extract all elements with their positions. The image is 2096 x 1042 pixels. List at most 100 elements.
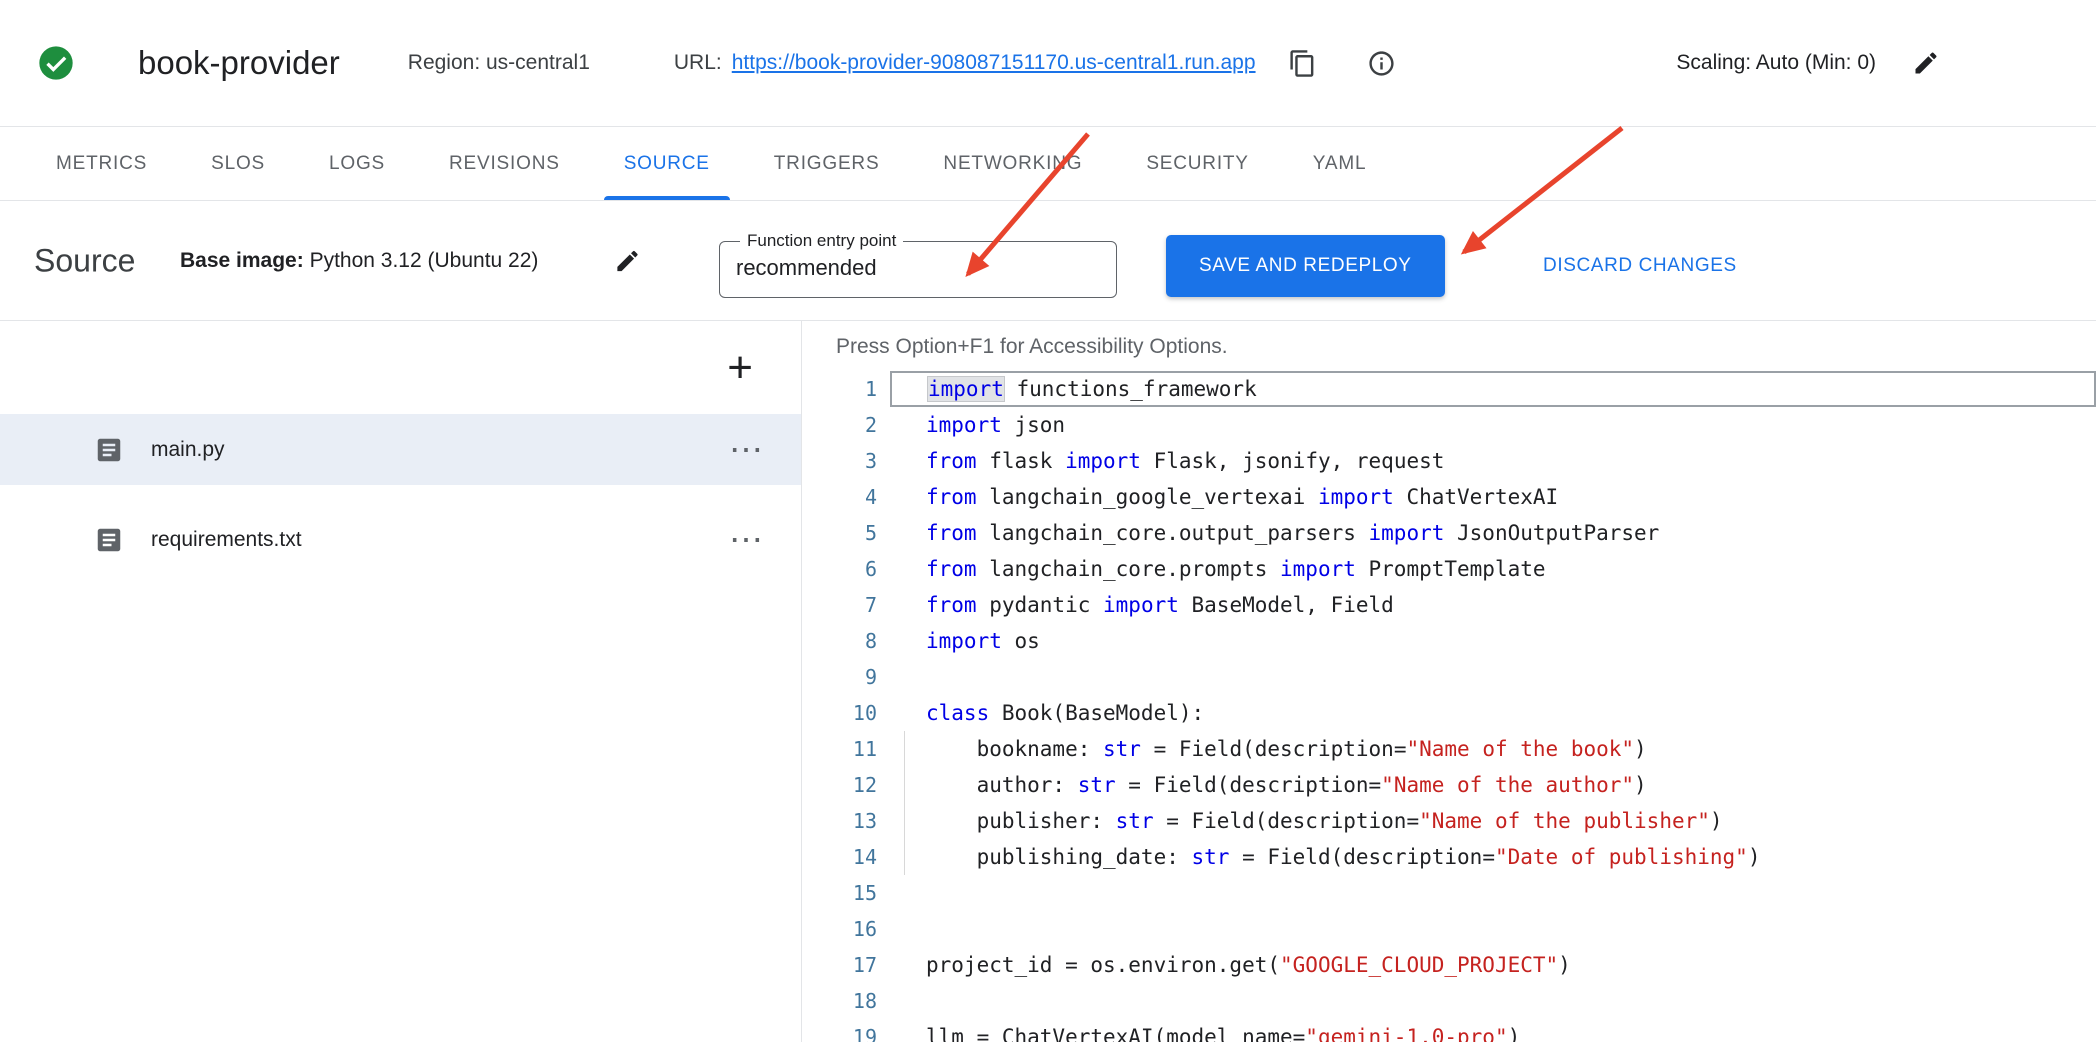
code-line-row: 16 — [802, 911, 2096, 947]
line-number: 18 — [802, 983, 890, 1019]
more-options-icon[interactable]: ⋯ — [729, 523, 765, 557]
function-entry-point-field: Function entry point — [719, 231, 1117, 298]
info-button[interactable] — [1361, 43, 1402, 84]
function-entry-point-label: Function entry point — [740, 231, 903, 251]
line-number: 14 — [802, 839, 890, 875]
edit-scaling-button[interactable] — [1906, 43, 1946, 83]
region-label: Region: us-central1 — [408, 51, 590, 75]
code-line[interactable]: from langchain_google_vertexai import Ch… — [890, 479, 2096, 515]
code-line-row: 4from langchain_google_vertexai import C… — [802, 479, 2096, 515]
code-line[interactable]: from flask import Flask, jsonify, reques… — [890, 443, 2096, 479]
line-number: 12 — [802, 767, 890, 803]
line-number: 7 — [802, 587, 890, 623]
line-number: 1 — [802, 371, 890, 407]
tab-logs[interactable]: LOGS — [297, 127, 417, 200]
page-title: book-provider — [138, 44, 340, 82]
accessibility-note: Press Option+F1 for Accessibility Option… — [802, 321, 2096, 371]
code-line[interactable]: publishing_date: str = Field(description… — [890, 839, 2096, 875]
code-line-row: 1import functions_framework — [802, 371, 2096, 407]
line-number: 17 — [802, 947, 890, 983]
file-list: main.py⋯requirements.txt⋯ — [0, 414, 801, 575]
more-options-icon[interactable]: ⋯ — [729, 433, 765, 467]
file-name: main.py — [151, 438, 225, 462]
url-label: URL: — [674, 51, 722, 75]
code-line[interactable] — [890, 875, 2096, 911]
code-line[interactable]: from langchain_core.prompts import Promp… — [890, 551, 2096, 587]
line-number: 2 — [802, 407, 890, 443]
file-item-requirements.txt[interactable]: requirements.txt⋯ — [0, 504, 801, 575]
line-number: 10 — [802, 695, 890, 731]
discard-changes-button[interactable]: DISCARD CHANGES — [1537, 235, 1743, 297]
tab-slos[interactable]: SLOS — [179, 127, 297, 200]
line-number: 6 — [802, 551, 890, 587]
service-url-link[interactable]: https://book-provider-908087151170.us-ce… — [732, 51, 1256, 75]
line-number: 16 — [802, 911, 890, 947]
code-editor: Press Option+F1 for Accessibility Option… — [802, 321, 2096, 1042]
code-line-row: 8import os — [802, 623, 2096, 659]
tab-networking[interactable]: NETWORKING — [911, 127, 1114, 200]
service-header: book-provider Region: us-central1 URL: h… — [0, 0, 2096, 127]
scaling-label: Scaling: Auto (Min: 0) — [1676, 51, 1876, 75]
file-item-main.py[interactable]: main.py ⋯ — [0, 414, 801, 485]
edit-base-image-button[interactable] — [608, 241, 647, 280]
copy-url-button[interactable] — [1282, 43, 1323, 84]
green-check-icon — [36, 43, 76, 83]
code-line[interactable]: import functions_framework — [890, 371, 2096, 407]
code-line[interactable] — [890, 983, 2096, 1019]
code-line-row: 11 bookname: str = Field(description="Na… — [802, 731, 2096, 767]
save-and-redeploy-button[interactable]: SAVE AND REDEPLOY — [1166, 235, 1445, 297]
add-file-button[interactable]: + — [719, 346, 761, 390]
pencil-icon — [1912, 49, 1940, 77]
code-line-row: 14 publishing_date: str = Field(descript… — [802, 839, 2096, 875]
copy-icon — [1288, 49, 1317, 78]
code-line-row: 7from pydantic import BaseModel, Field — [802, 587, 2096, 623]
line-number: 13 — [802, 803, 890, 839]
source-toolbar: Source Base image: Python 3.12 (Ubuntu 2… — [0, 201, 2096, 321]
code-line[interactable]: from langchain_core.output_parsers impor… — [890, 515, 2096, 551]
code-line[interactable]: publisher: str = Field(description="Name… — [890, 803, 2096, 839]
line-number: 19 — [802, 1019, 890, 1042]
line-number: 4 — [802, 479, 890, 515]
file-icon — [94, 525, 124, 555]
line-number: 11 — [802, 731, 890, 767]
code-line[interactable]: project_id = os.environ.get("GOOGLE_CLOU… — [890, 947, 2096, 983]
line-number: 15 — [802, 875, 890, 911]
code-line[interactable]: class Book(BaseModel): — [890, 695, 2096, 731]
code-line[interactable]: bookname: str = Field(description="Name … — [890, 731, 2096, 767]
file-icon — [94, 435, 124, 465]
code-line[interactable] — [890, 911, 2096, 947]
code-line[interactable]: llm = ChatVertexAI(model_name="gemini-1.… — [890, 1019, 2096, 1042]
info-icon — [1367, 49, 1396, 78]
code-lines: 1import functions_framework2import json3… — [802, 371, 2096, 1042]
code-line-row: 5from langchain_core.output_parsers impo… — [802, 515, 2096, 551]
code-line-row: 6from langchain_core.prompts import Prom… — [802, 551, 2096, 587]
base-image-key: Base image: — [180, 249, 304, 272]
code-line[interactable]: import os — [890, 623, 2096, 659]
base-image-label: Base image: Python 3.12 (Ubuntu 22) — [180, 249, 538, 273]
line-number: 3 — [802, 443, 890, 479]
tab-revisions[interactable]: REVISIONS — [417, 127, 592, 200]
tab-triggers[interactable]: TRIGGERS — [742, 127, 912, 200]
code-line-row: 17project_id = os.environ.get("GOOGLE_CL… — [802, 947, 2096, 983]
line-number: 9 — [802, 659, 890, 695]
tab-source[interactable]: SOURCE — [592, 127, 742, 200]
code-line-row: 9 — [802, 659, 2096, 695]
line-number: 5 — [802, 515, 890, 551]
code-line-row: 12 author: str = Field(description="Name… — [802, 767, 2096, 803]
tab-metrics[interactable]: METRICS — [24, 127, 179, 200]
code-line[interactable]: import json — [890, 407, 2096, 443]
code-line-row: 18 — [802, 983, 2096, 1019]
tab-security[interactable]: SECURITY — [1114, 127, 1280, 200]
code-line-row: 3from flask import Flask, jsonify, reque… — [802, 443, 2096, 479]
code-line[interactable] — [890, 659, 2096, 695]
code-line[interactable]: author: str = Field(description="Name of… — [890, 767, 2096, 803]
pencil-icon — [614, 247, 641, 274]
code-line-row: 19llm = ChatVertexAI(model_name="gemini-… — [802, 1019, 2096, 1042]
tab-yaml[interactable]: YAML — [1281, 127, 1399, 200]
line-number: 8 — [802, 623, 890, 659]
code-line-row: 10class Book(BaseModel): — [802, 695, 2096, 731]
tab-bar: METRICSSLOSLOGSREVISIONSSOURCETRIGGERSNE… — [0, 127, 2096, 201]
function-entry-point-input[interactable] — [734, 254, 1074, 282]
code-line[interactable]: from pydantic import BaseModel, Field — [890, 587, 2096, 623]
code-line-row: 2import json — [802, 407, 2096, 443]
